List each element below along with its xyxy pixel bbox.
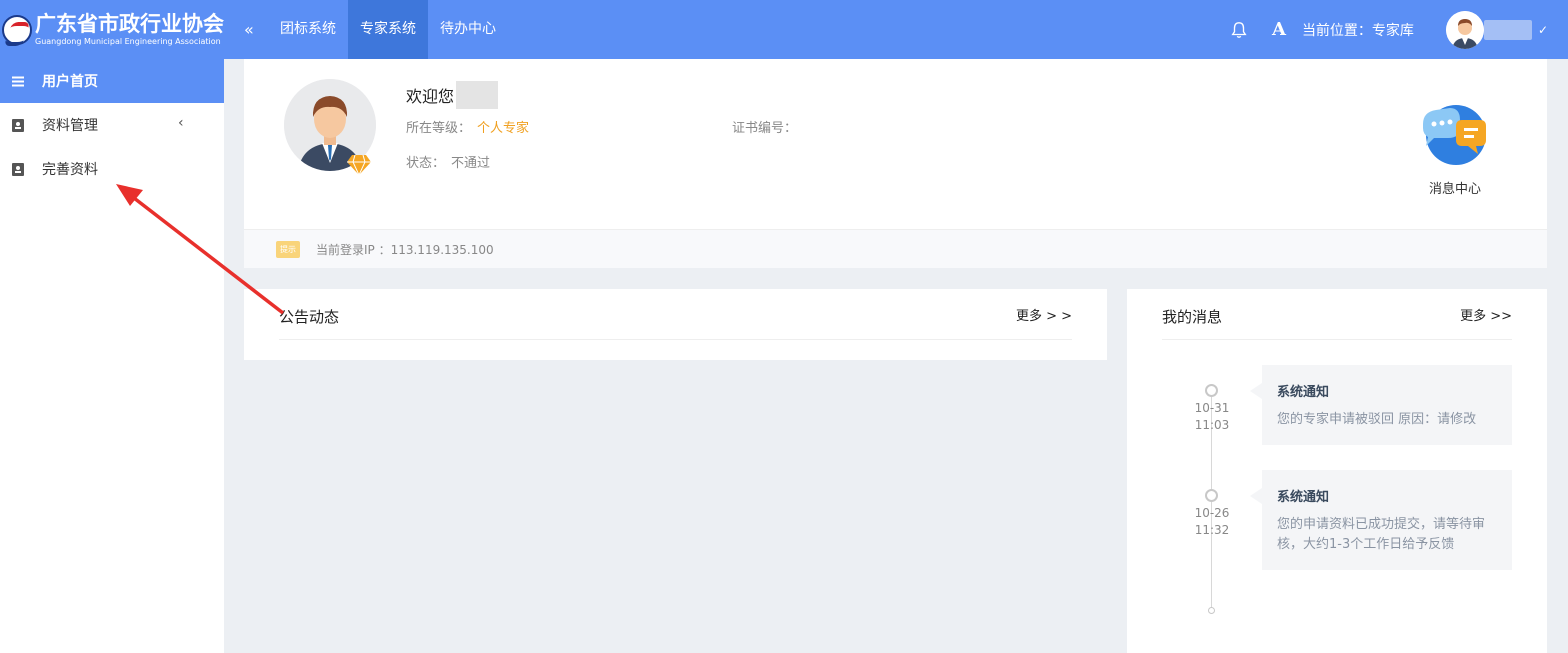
login-ip-text: 当前登录IP ：113.119.135.100 — [316, 242, 494, 257]
sidebar: 用户首页 资料管理 ‹ 完善资料 — [0, 59, 224, 653]
timeline-end-dot — [1208, 607, 1215, 614]
message-datetime: 10-26 11:32 — [1194, 506, 1230, 537]
sidebar-item-label: 完善资料 — [42, 162, 98, 178]
status-row: 状态： 不通过 — [406, 156, 491, 171]
login-ip-bar: 提示 当前登录IP ：113.119.135.100 — [244, 229, 1547, 268]
message-body: 您的专家申请被驳回 原因：请修改 — [1277, 412, 1477, 427]
sidebar-item-label: 用户首页 — [42, 74, 98, 90]
profile-card-icon — [12, 118, 24, 132]
logo[interactable]: 广东省市政行业协会 Guangdong Municipal Engineerin… — [0, 0, 224, 59]
timeline-dot — [1205, 384, 1218, 397]
avatar — [1445, 10, 1484, 49]
message-body: 您的申请资料已成功提交，请等待审核，大约1-3个工作日给予反馈 — [1277, 517, 1486, 552]
logo-mark-icon — [2, 14, 32, 45]
chevron-down-icon: ✓ — [1537, 22, 1548, 37]
level-row: 所在等级： 个人专家 — [406, 121, 530, 136]
bell-icon[interactable] — [1230, 21, 1248, 39]
message-title: 系统通知 — [1277, 490, 1330, 505]
message-card[interactable]: 系统通知 您的申请资料已成功提交，请等待审核，大约1-3个工作日给予反馈 — [1250, 470, 1512, 570]
logo-subtitle: Guangdong Municipal Engineering Associat… — [35, 37, 221, 46]
top-nav: 团标系统 专家系统 待办中心 — [268, 0, 508, 59]
top-bar: 广东省市政行业协会 Guangdong Municipal Engineerin… — [0, 0, 1568, 59]
certificate-row: 证书编号： — [732, 121, 798, 136]
nav-tab-experts[interactable]: 专家系统 — [348, 0, 428, 59]
messages-title: 我的消息 — [1162, 308, 1223, 326]
nav-tab-todo[interactable]: 待办中心 — [428, 0, 508, 59]
welcome-text: 欢迎您 — [406, 81, 499, 109]
tip-badge: 提示 — [276, 240, 300, 258]
sidebar-item-data-management[interactable]: 资料管理 ‹ — [0, 103, 224, 147]
nav-tab-standards[interactable]: 团标系统 — [268, 0, 348, 59]
user-name-redacted — [1483, 19, 1532, 40]
menu-icon — [12, 76, 24, 86]
sidebar-item-home[interactable]: 用户首页 — [0, 59, 224, 103]
timeline-dot — [1205, 489, 1218, 502]
messages-panel: 我的消息 更多 >> 10-31 11:03 系统通知 您的专家申请被驳回 原因… — [1127, 289, 1547, 653]
announcements-more-link[interactable]: 更多 > > — [1016, 305, 1072, 324]
collapse-sidebar-icon[interactable]: « — [244, 20, 254, 39]
chat-bubbles-icon — [1423, 105, 1486, 165]
message-title: 系统通知 — [1277, 385, 1330, 400]
sidebar-item-complete-profile[interactable]: 完善资料 — [0, 147, 224, 191]
font-size-icon[interactable]: A — [1272, 19, 1286, 40]
status-value: 不通过 — [451, 156, 491, 171]
user-name-redacted — [456, 81, 499, 109]
logo-title: 广东省市政行业协会 — [35, 11, 224, 36]
chevron-left-icon: ‹ — [178, 115, 184, 131]
message-center-button[interactable]: 消息中心 — [1420, 104, 1490, 197]
sidebar-item-label: 资料管理 — [42, 118, 98, 134]
announcements-title: 公告动态 — [279, 308, 340, 326]
announcements-panel: 公告动态 更多 > > — [244, 289, 1107, 360]
message-center-label: 消息中心 — [1428, 182, 1481, 197]
profile-card-icon — [12, 162, 24, 176]
level-value: 个人专家 — [477, 121, 530, 136]
messages-more-link[interactable]: 更多 >> — [1460, 305, 1512, 324]
diamond-badge-icon — [347, 154, 371, 176]
profile-card: 欢迎您 所在等级： 个人专家 证书编号： 状态： 不通过 消息中心 提示 当前登录I… — [244, 59, 1547, 268]
message-card[interactable]: 系统通知 您的专家申请被驳回 原因：请修改 — [1250, 365, 1512, 445]
user-menu[interactable]: ✓ — [1445, 10, 1548, 49]
message-datetime: 10-31 11:03 — [1194, 401, 1230, 432]
current-location: 当前位置：专家库 — [1301, 22, 1414, 39]
